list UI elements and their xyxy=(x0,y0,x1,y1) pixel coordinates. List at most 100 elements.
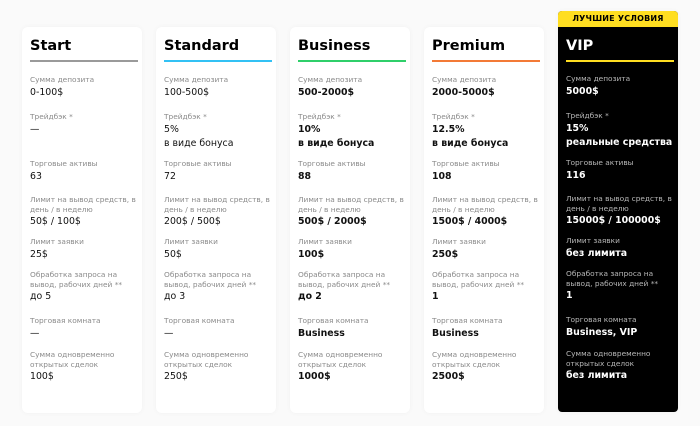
spec-label: Сумма депозита xyxy=(432,75,497,84)
spec-value: до 2 xyxy=(298,291,322,302)
spec-label: Сумма депозита xyxy=(30,75,95,84)
spec-open-trades: Сумма одновременно открытых сделок 100$ xyxy=(30,350,138,383)
spec-processing: Обработка запроса на вывод, рабочих дней… xyxy=(432,270,540,303)
spec-withdraw: Лимит на вывод средств, в день / в недел… xyxy=(30,195,138,228)
spec-value: без лимита xyxy=(566,247,628,259)
spec-value: 63 xyxy=(30,170,42,182)
spec-label: Трейдбэк * xyxy=(30,112,73,121)
spec-value: 88 xyxy=(298,170,312,182)
spec-label: Сумма депозита xyxy=(298,75,363,84)
spec-label: Лимит на вывод средств, в день / в недел… xyxy=(30,195,136,214)
plan-card-standard: Standard Сумма депозита 100-500$ Трейдбэ… xyxy=(156,27,276,413)
spec-label: Лимит на вывод средств, в день / в недел… xyxy=(566,194,672,213)
spec-label: Торговая комната xyxy=(566,315,637,324)
spec-label: Сумма одновременно открытых сделок xyxy=(30,350,115,369)
spec-label: Обработка запроса на вывод, рабочих дней… xyxy=(164,270,257,289)
plan-name: Business xyxy=(298,38,371,54)
spec-value: 12.5% xyxy=(432,123,465,135)
spec-label: Торговая комната xyxy=(30,316,101,325)
spec-order-limit: Лимит заявки 250$ xyxy=(432,237,540,261)
plan-name: Premium xyxy=(432,38,506,54)
spec-value: 200$ / 500$ xyxy=(164,216,221,227)
plan-accent-line xyxy=(432,60,540,62)
spec-value: 72 xyxy=(164,170,176,182)
spec-label: Обработка запроса на вывод, рабочих дней… xyxy=(432,270,525,289)
spec-value: 2500$ xyxy=(432,371,465,382)
spec-label: Торговая комната xyxy=(164,316,235,325)
spec-tradeback: Трейдбэк * 5% в виде бонуса xyxy=(164,112,272,150)
spec-label: Лимит заявки xyxy=(432,237,486,246)
spec-deposit: Сумма депозита 500-2000$ xyxy=(298,75,406,99)
spec-label: Торговые активы xyxy=(432,159,500,168)
spec-processing: Обработка запроса на вывод, рабочих дней… xyxy=(30,270,138,303)
spec-value: — xyxy=(30,327,40,339)
plan-accent-line xyxy=(298,60,406,62)
spec-value: 100-500$ xyxy=(164,86,210,98)
spec-label: Сумма депозита xyxy=(164,75,229,84)
spec-value: 108 xyxy=(432,170,452,182)
spec-value: 50$ / 100$ xyxy=(30,216,81,227)
spec-value: до 5 xyxy=(30,291,52,302)
plan-name: VIP xyxy=(566,38,594,54)
plan-accent-line xyxy=(566,60,674,62)
spec-open-trades: Сумма одновременно открытых сделок 250$ xyxy=(164,350,272,383)
spec-value: — xyxy=(164,327,174,339)
spec-value: 250$ xyxy=(164,371,188,382)
spec-label: Обработка запроса на вывод, рабочих дней… xyxy=(298,270,391,289)
spec-label: Трейдбэк * xyxy=(566,111,609,120)
spec-label: Торговая комната xyxy=(432,316,503,325)
spec-value: до 3 xyxy=(164,291,186,302)
spec-value: 100$ xyxy=(30,371,54,382)
plan-accent-line xyxy=(164,60,272,62)
plan-name: Standard xyxy=(164,38,240,54)
spec-label: Лимит на вывод средств, в день / в недел… xyxy=(164,195,270,214)
spec-value: 500-2000$ xyxy=(298,86,355,98)
spec-trading-room: Торговая комната Business, VIP xyxy=(566,315,674,339)
spec-value: 10% xyxy=(298,123,321,135)
spec-value-note: в виде бонуса xyxy=(432,137,509,149)
spec-value: 15000$ / 100000$ xyxy=(566,215,661,226)
spec-trading-room: Торговая комната Business xyxy=(298,316,406,340)
spec-processing: Обработка запроса на вывод, рабочих дней… xyxy=(298,270,406,303)
spec-label: Обработка запроса на вывод, рабочих дней… xyxy=(566,269,659,288)
spec-label: Лимит на вывод средств, в день / в недел… xyxy=(432,195,538,214)
plan-card-vip: ЛУЧШИЕ УСЛОВИЯ VIP Сумма депозита 5000$ … xyxy=(558,11,678,412)
spec-label: Торговые активы xyxy=(30,159,98,168)
spec-value: 116 xyxy=(566,169,586,181)
spec-value-note: в виде бонуса xyxy=(164,137,234,149)
spec-trading-room: Торговая комната — xyxy=(30,316,138,340)
spec-deposit: Сумма депозита 100-500$ xyxy=(164,75,272,99)
spec-value: — xyxy=(30,123,40,135)
spec-value: Business, VIP xyxy=(566,326,638,338)
spec-value: 5% xyxy=(164,123,179,135)
spec-label: Сумма одновременно открытых сделок xyxy=(164,350,249,369)
spec-label: Сумма одновременно открытых сделок xyxy=(432,350,517,369)
spec-assets: Торговые активы 116 xyxy=(566,158,674,182)
spec-label: Сумма одновременно открытых сделок xyxy=(566,349,651,368)
spec-assets: Торговые активы 88 xyxy=(298,159,406,183)
plan-card-business: Business Сумма депозита 500-2000$ Трейдб… xyxy=(290,27,410,413)
spec-label: Торговые активы xyxy=(298,159,366,168)
spec-value: 1500$ / 4000$ xyxy=(432,216,508,227)
spec-label: Лимит на вывод средств, в день / в недел… xyxy=(298,195,404,214)
spec-value: 1 xyxy=(566,290,573,301)
spec-tradeback: Трейдбэк * — xyxy=(30,112,138,136)
spec-open-trades: Сумма одновременно открытых сделок 1000$ xyxy=(298,350,406,383)
spec-label: Обработка запроса на вывод, рабочих дней… xyxy=(30,270,123,289)
plans-table: Start Сумма депозита 0-100$ Трейдбэк * —… xyxy=(22,0,694,413)
spec-value: Business xyxy=(298,327,345,339)
spec-assets: Торговые активы 63 xyxy=(30,159,138,183)
spec-withdraw: Лимит на вывод средств, в день / в недел… xyxy=(432,195,540,228)
spec-value: 100$ xyxy=(298,248,325,260)
spec-value-note: в виде бонуса xyxy=(298,137,375,149)
plan-name: Start xyxy=(30,38,72,54)
spec-value: 2000-5000$ xyxy=(432,86,495,98)
spec-withdraw: Лимит на вывод средств, в день / в недел… xyxy=(164,195,272,228)
spec-trading-room: Торговая комната — xyxy=(164,316,272,340)
spec-value: Business xyxy=(432,327,479,339)
spec-assets: Торговые активы 108 xyxy=(432,159,540,183)
spec-withdraw: Лимит на вывод средств, в день / в недел… xyxy=(298,195,406,228)
spec-label: Трейдбэк * xyxy=(164,112,207,121)
spec-order-limit: Лимит заявки 100$ xyxy=(298,237,406,261)
spec-value: без лимита xyxy=(566,370,628,381)
